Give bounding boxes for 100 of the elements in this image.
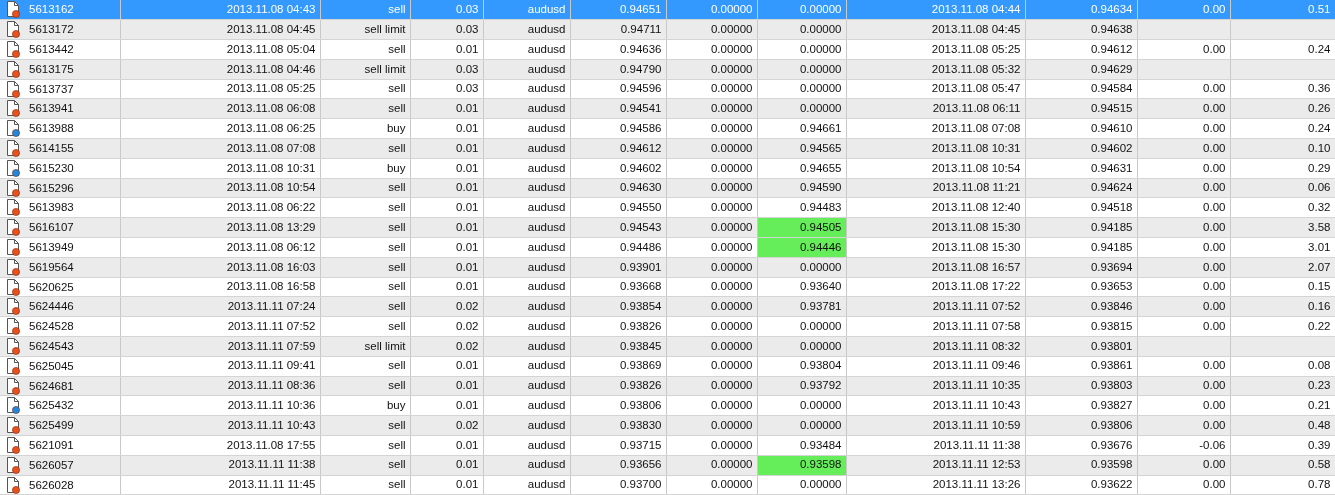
ticket-number: 5616107 xyxy=(29,220,74,233)
table-cell: 0.93826 xyxy=(570,316,666,337)
table-row[interactable]: 5613172 2013.11.08 04:45 sell limit 0.03 audusd 0.94711 0.00000 0.00000 2013.11.08 04:45 0.94638 xyxy=(0,19,1335,40)
table-row[interactable]: 5621091 2013.11.08 17:55 sell 0.01 audusd 0.93715 0.00000 0.93484 2013.11.11 11:38 0.93676 -0.06 0.39 xyxy=(0,435,1335,456)
table-cell: 0.36 xyxy=(1230,79,1335,99)
table-cell: 0.00 xyxy=(1137,217,1230,238)
table-cell: sell xyxy=(320,39,410,60)
table-cell: 0.93781 xyxy=(757,296,846,317)
table-row[interactable]: 5626028 2013.11.11 11:45 sell 0.01 audusd 0.93700 0.00000 0.00000 2013.11.11 13:26 0.93622 0.00 0.78 xyxy=(0,475,1335,495)
table-row[interactable]: 5625432 2013.11.11 10:36 buy 0.01 audusd 0.93806 0.00000 0.00000 2013.11.11 10:43 0.93827 0.00 0.21 xyxy=(0,395,1335,416)
table-row[interactable]: 5616107 2013.11.08 13:29 sell 0.01 audusd 0.94543 0.00000 0.94505 2013.11.08 15:30 0.94185 0.00 3.58 xyxy=(0,217,1335,238)
table-cell: 0.23 xyxy=(1230,376,1335,396)
table-cell: 0.01 xyxy=(410,178,483,198)
table-cell: 0.93653 xyxy=(1025,277,1137,297)
table-row[interactable]: 5615296 2013.11.08 10:54 sell 0.01 audusd 0.94630 0.00000 0.94590 2013.11.08 11:21 0.94624 0.00 0.06 xyxy=(0,178,1335,198)
table-cell: 0.15 xyxy=(1230,277,1335,297)
table-cell: audusd xyxy=(483,376,570,396)
table-cell: sell xyxy=(320,455,410,476)
table-cell: audusd xyxy=(483,158,570,179)
table-cell: sell limit xyxy=(320,59,410,80)
table-cell: 0.24 xyxy=(1230,118,1335,139)
table-cell: audusd xyxy=(483,0,570,20)
table-cell: 0.00 xyxy=(1137,356,1230,377)
table-cell: 2013.11.08 05:04 xyxy=(120,39,320,60)
ticket-number: 5615296 xyxy=(29,181,74,194)
table-cell: sell xyxy=(320,296,410,317)
table-cell: 0.00 xyxy=(1137,99,1230,119)
table-row[interactable]: 5625499 2013.11.11 10:43 sell 0.02 audusd 0.93830 0.00000 0.00000 2013.11.11 10:59 0.93806 0.00 0.48 xyxy=(0,415,1335,436)
table-cell: sell xyxy=(320,79,410,99)
table-cell: 0.00000 xyxy=(666,197,757,218)
table-row[interactable]: 5613941 2013.11.08 06:08 sell 0.01 audusd 0.94541 0.00000 0.00000 2013.11.08 06:11 0.94515 0.00 0.26 xyxy=(0,99,1335,119)
table-cell: audusd xyxy=(483,178,570,198)
table-row[interactable]: 5613175 2013.11.08 04:46 sell limit 0.03 audusd 0.94790 0.00000 0.00000 2013.11.08 05:32 0.94629 xyxy=(0,59,1335,80)
table-cell: 2013.11.08 10:31 xyxy=(120,158,320,179)
table-row[interactable]: 5624543 2013.11.11 07:59 sell limit 0.02 audusd 0.93845 0.00000 0.00000 2013.11.11 08:32 0.93801 xyxy=(0,336,1335,357)
table-cell: 0.16 xyxy=(1230,296,1335,317)
table-row[interactable]: 5613949 2013.11.08 06:12 sell 0.01 audusd 0.94486 0.00000 0.94446 2013.11.08 15:30 0.94185 0.00 3.01 xyxy=(0,237,1335,258)
table-cell: sell xyxy=(320,257,410,278)
table-cell: 2013.11.08 16:57 xyxy=(846,257,1025,278)
table-cell: 0.00000 xyxy=(666,217,757,238)
table-cell: 0.00000 xyxy=(666,376,757,396)
table-cell: 0.94624 xyxy=(1025,178,1137,198)
table-cell: 2013.11.08 10:54 xyxy=(846,158,1025,179)
table-cell: 2013.11.08 07:08 xyxy=(120,138,320,159)
table-cell: 0.01 xyxy=(410,257,483,278)
table-cell: 0.93694 xyxy=(1025,257,1137,278)
table-cell: 0.00 xyxy=(1137,296,1230,317)
table-cell: 0.93801 xyxy=(1025,336,1137,357)
table-cell: 2013.11.11 07:52 xyxy=(120,316,320,337)
table-row[interactable]: 5614155 2013.11.08 07:08 sell 0.01 audusd 0.94612 0.00000 0.94565 2013.11.08 10:31 0.94602 0.00 0.10 xyxy=(0,138,1335,159)
table-row[interactable]: 5624528 2013.11.11 07:52 sell 0.02 audusd 0.93826 0.00000 0.00000 2013.11.11 07:58 0.93815 0.00 0.22 xyxy=(0,316,1335,337)
table-cell: 2013.11.08 10:31 xyxy=(846,138,1025,159)
table-cell: 0.00000 xyxy=(666,316,757,337)
table-row[interactable]: 5619564 2013.11.08 16:03 sell 0.01 audusd 0.93901 0.00000 0.00000 2013.11.08 16:57 0.93694 0.00 2.07 xyxy=(0,257,1335,278)
ticket-number: 5626057 xyxy=(29,458,74,471)
table-cell: sell xyxy=(320,376,410,396)
table-cell: 0.00000 xyxy=(666,237,757,258)
table-cell: 0.93826 xyxy=(570,376,666,396)
table-row[interactable]: 5626057 2013.11.11 11:38 sell 0.01 audusd 0.93656 0.00000 0.93598 2013.11.11 12:53 0.93598 0.00 0.58 xyxy=(0,455,1335,476)
table-cell: 0.93622 xyxy=(1025,475,1137,495)
table-cell: 0.94596 xyxy=(570,79,666,99)
table-cell: 0.00000 xyxy=(757,0,846,20)
table-cell: audusd xyxy=(483,138,570,159)
table-row[interactable]: 5624681 2013.11.11 08:36 sell 0.01 audusd 0.93826 0.00000 0.93792 2013.11.11 10:35 0.93803 0.00 0.23 xyxy=(0,376,1335,396)
table-cell: sell limit xyxy=(320,19,410,40)
table-cell: 0.93640 xyxy=(757,277,846,297)
table-cell: buy xyxy=(320,395,410,416)
table-cell: 0.00000 xyxy=(757,99,846,119)
table-row[interactable]: 5613442 2013.11.08 05:04 sell 0.01 audusd 0.94636 0.00000 0.00000 2013.11.08 05:25 0.94612 0.00 0.24 xyxy=(0,39,1335,60)
table-cell: 0.94661 xyxy=(757,118,846,139)
table-cell: 2013.11.08 17:22 xyxy=(846,277,1025,297)
table-cell: 0.00000 xyxy=(666,455,757,476)
table-row[interactable]: 5620625 2013.11.08 16:58 sell 0.01 audusd 0.93668 0.00000 0.93640 2013.11.08 17:22 0.93653 0.00 0.15 xyxy=(0,277,1335,297)
table-cell: 2013.11.08 17:55 xyxy=(120,435,320,456)
ticket-number: 5613162 xyxy=(29,2,74,15)
table-cell: 0.03 xyxy=(410,79,483,99)
table-row[interactable]: 5613737 2013.11.08 05:25 sell 0.03 audusd 0.94596 0.00000 0.00000 2013.11.08 05:47 0.94584 0.00 0.36 xyxy=(0,79,1335,99)
table-cell: 0.03 xyxy=(410,59,483,80)
table-row[interactable]: 5613988 2013.11.08 06:25 buy 0.01 audusd 0.94586 0.00000 0.94661 2013.11.08 07:08 0.94610 0.00 0.24 xyxy=(0,118,1335,139)
table-row[interactable]: 5613983 2013.11.08 06:22 sell 0.01 audusd 0.94550 0.00000 0.94483 2013.11.08 12:40 0.94518 0.00 0.32 xyxy=(0,197,1335,218)
ticket-number: 5626028 xyxy=(29,478,74,491)
table-cell: 0.93827 xyxy=(1025,395,1137,416)
table-cell: 0.00 xyxy=(1137,197,1230,218)
table-row[interactable]: 5615230 2013.11.08 10:31 buy 0.01 audusd 0.94602 0.00000 0.94655 2013.11.08 10:54 0.94631 0.00 0.29 xyxy=(0,158,1335,179)
table-cell: 3.01 xyxy=(1230,237,1335,258)
table-cell: audusd xyxy=(483,435,570,456)
table-row[interactable]: 5624446 2013.11.11 07:24 sell 0.02 audusd 0.93854 0.00000 0.93781 2013.11.11 07:52 0.93846 0.00 0.16 xyxy=(0,296,1335,317)
table-cell: 0.93854 xyxy=(570,296,666,317)
table-cell: 0.48 xyxy=(1230,415,1335,436)
table-row[interactable]: 5625045 2013.11.11 09:41 sell 0.01 audusd 0.93869 0.00000 0.93804 2013.11.11 09:46 0.93861 0.00 0.08 xyxy=(0,356,1335,377)
table-cell: 2013.11.11 09:46 xyxy=(846,356,1025,377)
table-cell: 0.93806 xyxy=(1025,415,1137,436)
table-cell: 0.02 xyxy=(410,316,483,337)
table-cell: sell xyxy=(320,0,410,20)
table-cell: 0.51 xyxy=(1230,0,1335,20)
table-cell: sell xyxy=(320,415,410,436)
table-cell: sell xyxy=(320,316,410,337)
table-cell: 0.00000 xyxy=(666,19,757,40)
table-cell: 2013.11.08 10:54 xyxy=(120,178,320,198)
table-cell: 0.00000 xyxy=(666,39,757,60)
